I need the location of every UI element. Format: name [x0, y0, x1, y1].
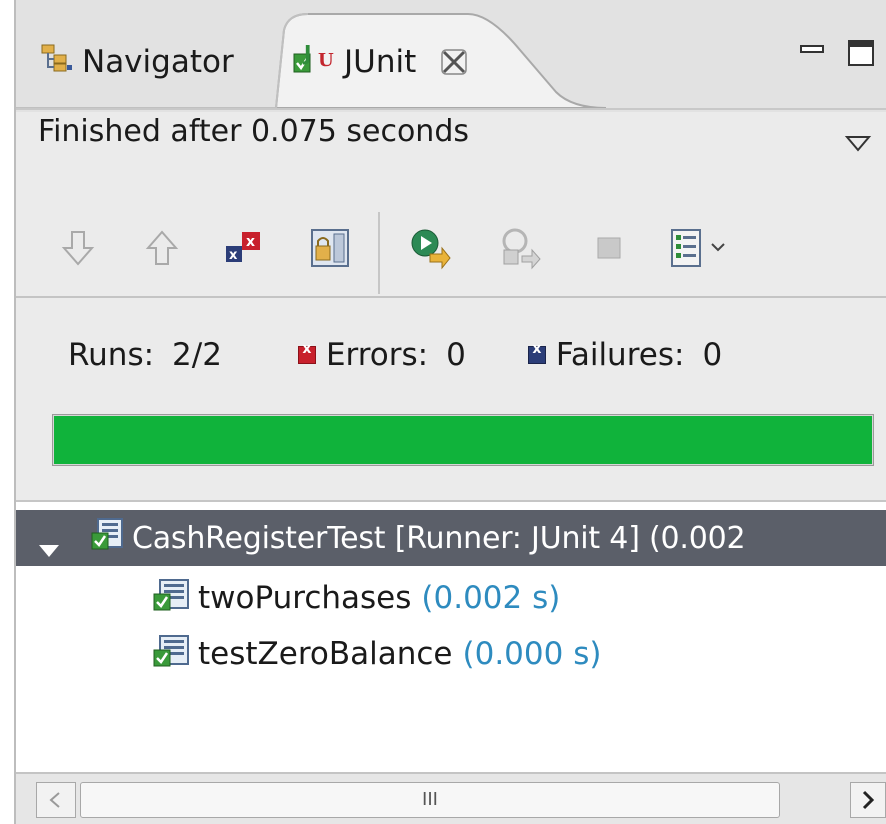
failure-icon [527, 341, 546, 364]
test-passed-icon [152, 576, 190, 620]
show-failures-only-icon[interactable]: x x [222, 226, 266, 270]
runs-label: Runs: [68, 337, 155, 373]
junit-toolbar: x x [16, 206, 886, 296]
tree-item-twoPurchases[interactable]: twoPurchases (0.002 s) [152, 574, 560, 622]
horizontal-scrollbar[interactable]: III [16, 772, 886, 824]
tree-item-testZeroBalance[interactable]: testZeroBalance (0.000 s) [152, 630, 601, 678]
scroll-right-button[interactable] [850, 782, 886, 818]
tree-root-row[interactable]: CashRegisterTest [Runner: JUnit 4] (0.00… [16, 510, 886, 566]
expand-triangle-icon[interactable] [38, 531, 60, 557]
chevron-left-icon [49, 792, 60, 808]
failures-value: 0 [702, 337, 723, 373]
svg-text:U: U [318, 50, 334, 71]
svg-text:x: x [246, 234, 255, 250]
rerun-test-icon[interactable] [408, 226, 452, 270]
test-name: twoPurchases [198, 580, 412, 616]
tab-bar: Navigator J U JUnit [16, 0, 886, 112]
status-message: Finished after 0.075 seconds [38, 114, 469, 149]
minimize-icon[interactable] [798, 38, 828, 72]
runs-counter: Runs: 2/2 [68, 337, 222, 373]
test-passed-icon [152, 632, 190, 676]
chevron-right-icon [862, 790, 875, 810]
tab-navigator[interactable]: Navigator [40, 40, 234, 84]
error-icon [297, 341, 316, 364]
progress-fill [54, 416, 872, 464]
errors-label: Errors: [325, 337, 429, 373]
tab-junit-label: JUnit [344, 44, 417, 80]
scroll-left-button[interactable] [36, 782, 76, 818]
svg-text:J: J [302, 41, 311, 65]
tree-root-label: CashRegisterTest [Runner: JUnit 4] (0.00… [132, 520, 746, 556]
previous-failure-icon[interactable] [140, 226, 184, 270]
close-icon[interactable] [438, 46, 470, 78]
failures-label: Failures: [555, 337, 685, 373]
navigator-icon [40, 43, 74, 81]
test-counters: Runs: 2/2 Errors: 0 Failures: 0 [68, 330, 722, 380]
test-name: testZeroBalance [198, 636, 453, 672]
junit-view-panel: Navigator J U JUnit Finished after 0.075… [14, 0, 886, 824]
test-duration: (0.000 s) [462, 636, 602, 672]
test-results-tree: CashRegisterTest [Runner: JUnit 4] (0.00… [16, 500, 886, 774]
next-failure-icon[interactable] [56, 226, 100, 270]
test-duration: (0.002 s) [421, 580, 561, 616]
rerun-failed-first-icon[interactable] [498, 226, 542, 270]
junit-icon: J U [292, 40, 336, 84]
toolbar-divider [16, 296, 886, 298]
toolbar-separator [378, 212, 380, 294]
errors-counter: Errors: 0 [297, 337, 466, 373]
test-suite-icon [90, 517, 124, 559]
tab-junit[interactable]: J U JUnit [292, 40, 470, 84]
svg-text:x: x [229, 248, 238, 263]
tab-navigator-label: Navigator [82, 44, 234, 80]
tab-bar-divider [16, 108, 886, 110]
stop-icon[interactable] [588, 226, 632, 270]
errors-value: 0 [446, 337, 466, 373]
maximize-icon[interactable] [846, 38, 878, 74]
test-progress-bar [52, 414, 874, 466]
scroll-lock-icon[interactable] [308, 226, 352, 270]
scrollbar-thumb[interactable]: III [80, 782, 780, 818]
runs-value: 2/2 [172, 337, 222, 373]
scrollbar-grip: III [422, 789, 438, 810]
test-run-history-icon[interactable] [668, 226, 738, 270]
failures-counter: Failures: 0 [527, 337, 723, 373]
view-menu-chevron-icon[interactable] [844, 132, 872, 154]
